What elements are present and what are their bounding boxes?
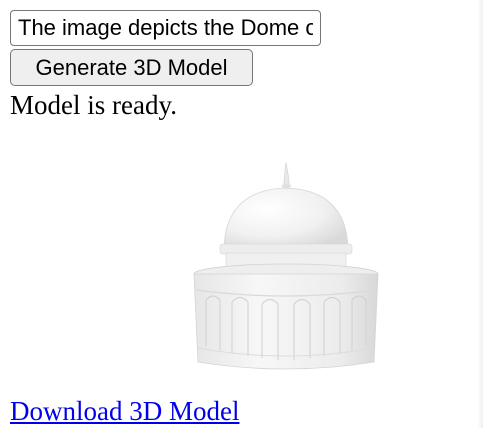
right-edge-shade: [477, 0, 483, 428]
download-3d-model-link[interactable]: Download 3D Model: [10, 395, 239, 427]
prompt-input[interactable]: [10, 10, 321, 46]
dome-model-image: [193, 161, 379, 370]
generate-3d-model-button[interactable]: Generate 3D Model: [10, 49, 253, 86]
status-text: Model is ready.: [10, 90, 177, 120]
model-preview-viewer[interactable]: [180, 150, 395, 390]
page: Generate 3D Model Model is ready.: [0, 0, 483, 428]
